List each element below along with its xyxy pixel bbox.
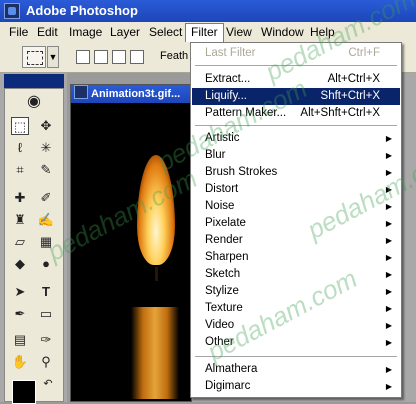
- document-icon: [74, 85, 88, 99]
- menu-select[interactable]: Select: [144, 24, 187, 40]
- candle-wick-image: [155, 267, 158, 281]
- toolbox: ◉ ⬚ ✥ ℓ ✳ ⌗ ✎ ✚ ✐ ♜ ✍ ▱ ▦ ◆ ● ➤ T ✒ ▭ ▤ …: [4, 88, 64, 402]
- toolbox-header: [4, 74, 64, 88]
- menu-item-pattern-maker[interactable]: Pattern Maker... Alt+Shft+Ctrl+X: [192, 105, 400, 122]
- healing-brush-icon[interactable]: ✚: [11, 189, 29, 207]
- submenu-arrow-icon: ▶: [385, 338, 392, 347]
- swap-colors-icon[interactable]: ↶: [39, 375, 57, 393]
- menu-help[interactable]: Help: [305, 24, 340, 40]
- menu-layer[interactable]: Layer: [105, 24, 145, 40]
- menu-edit[interactable]: Edit: [32, 24, 63, 40]
- submenu-arrow-icon: ▶: [385, 365, 392, 374]
- submenu-arrow-icon: ▶: [385, 253, 392, 262]
- menu-bar: File Edit Image Layer Select Filter View…: [0, 22, 416, 43]
- menu-item-brush-strokes[interactable]: Brush Strokes ▶: [192, 164, 400, 181]
- menu-view[interactable]: View: [221, 24, 257, 40]
- menu-separator: [195, 65, 397, 67]
- history-brush-icon[interactable]: ✍: [37, 211, 55, 229]
- menu-item-texture[interactable]: Texture ▶: [192, 300, 400, 317]
- gradient-tool-icon[interactable]: ▦: [37, 233, 55, 251]
- document-title-bar[interactable]: Animation3t.gif...: [71, 85, 191, 103]
- zoom-tool-icon[interactable]: ⚲: [37, 353, 55, 371]
- crop-tool-icon[interactable]: ⌗: [11, 161, 29, 179]
- submenu-arrow-icon: ▶: [385, 219, 392, 228]
- submenu-arrow-icon: ▶: [385, 270, 392, 279]
- submenu-arrow-icon: ▶: [385, 134, 392, 143]
- eraser-tool-icon[interactable]: ▱: [11, 233, 29, 251]
- menu-item-noise[interactable]: Noise ▶: [192, 198, 400, 215]
- pen-tool-icon[interactable]: ✒: [11, 305, 29, 323]
- menu-item-sketch[interactable]: Sketch ▶: [192, 266, 400, 283]
- submenu-arrow-icon: ▶: [385, 185, 392, 194]
- menu-item-extract[interactable]: Extract... Alt+Ctrl+X: [192, 71, 400, 88]
- menu-item-video[interactable]: Video ▶: [192, 317, 400, 334]
- menu-item-almathera[interactable]: Almathera ▶: [192, 361, 400, 378]
- chevron-down-icon[interactable]: ▼: [47, 46, 59, 68]
- submenu-arrow-icon: ▶: [385, 382, 392, 391]
- window-title: Adobe Photoshop: [26, 3, 138, 18]
- submenu-arrow-icon: ▶: [385, 321, 392, 330]
- rectangular-marquee-preset-button[interactable]: [22, 46, 46, 68]
- lasso-tool-icon[interactable]: ℓ: [11, 139, 29, 157]
- menu-item-artistic[interactable]: Artistic ▶: [192, 130, 400, 147]
- type-tool-icon[interactable]: T: [37, 283, 55, 301]
- slice-tool-icon[interactable]: ✎: [37, 161, 55, 179]
- menu-item-liquify[interactable]: Liquify... Shft+Ctrl+X: [192, 88, 400, 105]
- submenu-arrow-icon: ▶: [385, 168, 392, 177]
- marquee-tool-icon[interactable]: ⬚: [11, 117, 29, 135]
- eyedropper-icon[interactable]: ✑: [37, 331, 55, 349]
- menu-item-pixelate[interactable]: Pixelate ▶: [192, 215, 400, 232]
- title-bar: Adobe Photoshop: [0, 0, 416, 22]
- magic-wand-icon[interactable]: ✳: [37, 139, 55, 157]
- clone-stamp-icon[interactable]: ♜: [11, 211, 29, 229]
- dodge-tool-icon[interactable]: ●: [37, 255, 55, 273]
- foreground-color-swatch[interactable]: [12, 380, 36, 404]
- submenu-arrow-icon: ▶: [385, 304, 392, 313]
- candle-flame-image: [137, 155, 175, 265]
- brush-tool-icon[interactable]: ✐: [37, 189, 55, 207]
- submenu-arrow-icon: ▶: [385, 202, 392, 211]
- menu-item-blur[interactable]: Blur ▶: [192, 147, 400, 164]
- menu-image[interactable]: Image: [64, 24, 107, 40]
- menu-separator: [195, 356, 397, 358]
- filter-menu-dropdown: Last Filter Ctrl+F Extract... Alt+Ctrl+X L…: [190, 42, 402, 398]
- flame-reflection-image: [131, 307, 179, 399]
- menu-item-digimarc[interactable]: Digimarc ▶: [192, 378, 400, 395]
- menu-item-distort[interactable]: Distort ▶: [192, 181, 400, 198]
- move-tool-icon[interactable]: ✥: [37, 117, 55, 135]
- menu-separator: [195, 125, 397, 127]
- submenu-arrow-icon: ▶: [385, 287, 392, 296]
- feather-label: Feath: [160, 50, 189, 62]
- hand-tool-icon[interactable]: ✋: [11, 353, 29, 371]
- eye-logo-icon: ◉: [27, 93, 41, 110]
- menu-item-sharpen[interactable]: Sharpen ▶: [192, 249, 400, 266]
- path-selection-icon[interactable]: ➤: [11, 283, 29, 301]
- menu-filter[interactable]: Filter: [185, 23, 224, 43]
- submenu-arrow-icon: ▶: [385, 151, 392, 160]
- intersect-selection-icon[interactable]: [130, 50, 144, 64]
- menu-item-other[interactable]: Other ▶: [192, 334, 400, 351]
- document-window[interactable]: Animation3t.gif...: [70, 84, 192, 402]
- notes-tool-icon[interactable]: ▤: [11, 331, 29, 349]
- menu-window[interactable]: Window: [256, 24, 309, 40]
- menu-item-stylize[interactable]: Stylize ▶: [192, 283, 400, 300]
- menu-file[interactable]: File: [4, 24, 33, 40]
- subtract-from-selection-icon[interactable]: [112, 50, 126, 64]
- document-title: Animation3t.gif...: [91, 88, 181, 100]
- menu-item-render[interactable]: Render ▶: [192, 232, 400, 249]
- shape-tool-icon[interactable]: ▭: [37, 305, 55, 323]
- new-selection-icon[interactable]: [76, 50, 90, 64]
- submenu-arrow-icon: ▶: [385, 236, 392, 245]
- add-to-selection-icon[interactable]: [94, 50, 108, 64]
- blur-tool-icon[interactable]: ◆: [11, 255, 29, 273]
- photoshop-app-icon: [4, 3, 20, 19]
- menu-item-last-filter: Last Filter Ctrl+F: [205, 47, 380, 59]
